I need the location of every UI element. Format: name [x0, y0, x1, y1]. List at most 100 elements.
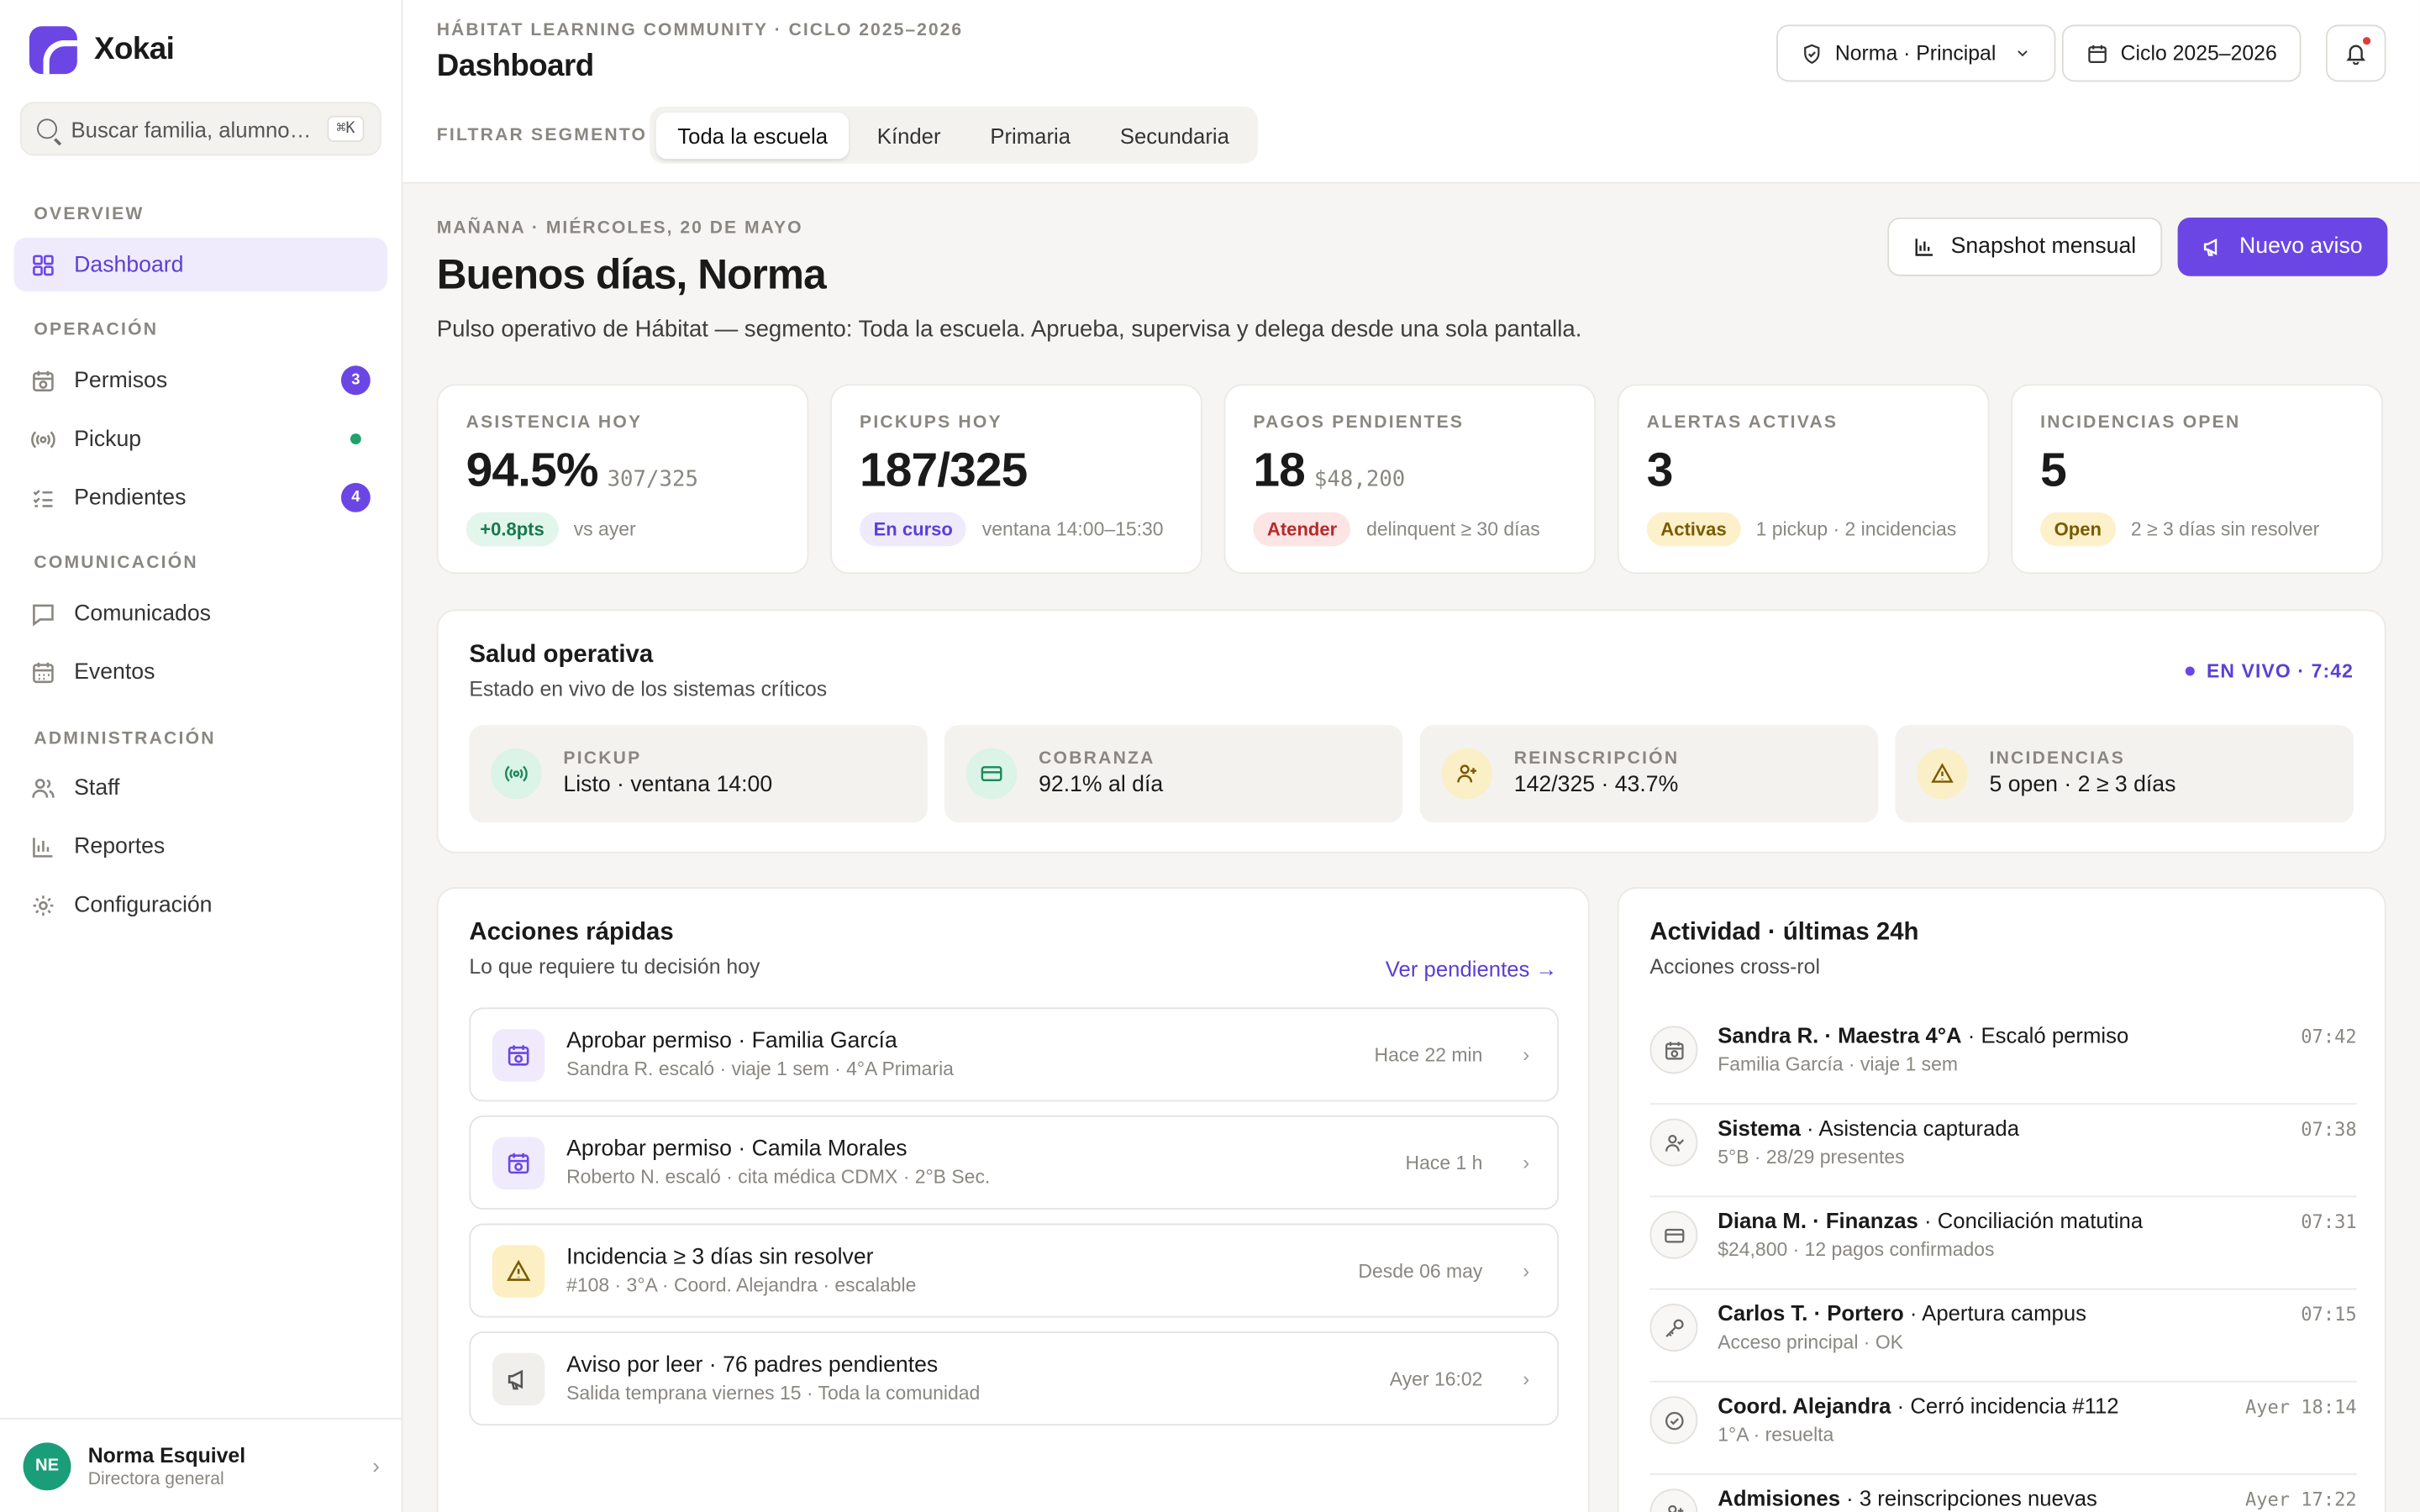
bar-chart-icon: [1915, 239, 1933, 256]
list-item[interactable]: Aviso por leer · 76 padres pendientes Sa…: [469, 1331, 1560, 1426]
user-check-icon: [1649, 1118, 1698, 1167]
status-badge: Activas: [1646, 512, 1741, 547]
health-cell-label: INCIDENCIAS: [1989, 749, 2126, 769]
tab-toda-la-escuela[interactable]: Toda la escuela: [655, 112, 850, 159]
list-item[interactable]: Aprobar permiso · Familia García Sandra …: [469, 1007, 1560, 1102]
sidebar-item-configuracion[interactable]: Configuración: [14, 878, 387, 932]
tab-primaria[interactable]: Primaria: [969, 112, 1092, 158]
brand[interactable]: Xokai: [29, 26, 175, 75]
sidebar-item-label: Pickup: [74, 426, 142, 452]
kpi-pickups[interactable]: PICKUPS HOY 187/325 En curso ventana 14:…: [830, 384, 1202, 575]
kpi-value-row: 18 $48,200: [1253, 443, 1566, 498]
user-profile[interactable]: NE Norma Esquivel Directora general ›: [0, 1417, 403, 1512]
sidebar-item-label: Eventos: [74, 659, 155, 685]
list-item-text: Aviso por leer · 76 padres pendientes Sa…: [566, 1353, 980, 1404]
list-item-title: Aprobar permiso · Familia García: [566, 1029, 897, 1054]
list-item-time: Hace 22 min: [1374, 1043, 1483, 1066]
health-subtitle: Estado en vivo de los sistemas críticos: [469, 677, 828, 701]
activity-title-line: Sandra R. · Maestra 4°A · Escaló permiso: [1718, 1023, 2128, 1047]
sidebar-item-eventos[interactable]: Eventos: [14, 645, 387, 699]
search-input[interactable]: [71, 116, 313, 142]
kpi-incidencias[interactable]: INCIDENCIAS OPEN 5 Open 2 ≥ 3 días sin r…: [2011, 384, 2383, 575]
activity-actor: Sandra R. · Maestra 4°A: [1718, 1022, 1962, 1048]
list-item-subtitle: #108 · 3°A · Coord. Alejandra · escalabl…: [566, 1274, 917, 1296]
activity-time: 07:31: [2301, 1210, 2357, 1233]
calendar-clock-icon: [31, 368, 55, 392]
kpi-footer: Atender delinquent ≥ 30 días: [1253, 512, 1540, 547]
health-cell-label: REINSCRIPCIÓN: [1513, 749, 1680, 769]
sidebar-item-pickup[interactable]: Pickup: [14, 412, 387, 465]
health-cell-label: COBRANZA: [1039, 749, 1155, 769]
activity-actor: Sistema: [1718, 1115, 1801, 1141]
activity-title-line: Coord. Alejandra · Cerró incidencia #112: [1718, 1394, 2118, 1418]
kpi-alertas[interactable]: ALERTAS ACTIVAS 3 Activas 1 pickup · 2 i…: [1617, 384, 1990, 575]
credit-card-icon: [965, 748, 1018, 800]
activity-item[interactable]: Coord. Alejandra · Cerró incidencia #112…: [1649, 1383, 2357, 1475]
new-notice-button[interactable]: Nuevo aviso: [2177, 217, 2388, 276]
sidebar-item-comunicados[interactable]: Comunicados: [14, 586, 387, 640]
sidebar-item-label: Dashboard: [74, 252, 184, 277]
sidebar-item-label: Reportes: [74, 833, 166, 859]
quick-subtitle: Lo que requiere tu decisión hoy: [469, 954, 760, 979]
segment-tabs: Toda la escuela Kínder Primaria Secundar…: [650, 106, 1257, 164]
sidebar-item-permisos[interactable]: Permisos 3: [14, 354, 387, 407]
role-selector-button[interactable]: Norma · Principal: [1776, 24, 2057, 82]
list-item[interactable]: Aprobar permiso · Camila Morales Roberto…: [469, 1115, 1560, 1210]
activity-item[interactable]: Carlos T. · Portero · Apertura campus Ac…: [1649, 1289, 2357, 1383]
activity-item[interactable]: Sandra R. · Maestra 4°A · Escaló permiso…: [1649, 1012, 2357, 1105]
nav-section-comunicacion: COMUNICACIÓN: [34, 554, 198, 573]
sidebar-item-pendientes[interactable]: Pendientes 4: [14, 470, 387, 524]
key-icon: [1649, 1304, 1698, 1352]
notification-dot: [2361, 35, 2373, 47]
health-card: Salud operativa Estado en vivo de los si…: [436, 609, 2386, 853]
list-item-subtitle: Salida temprana viernes 15 · Toda la com…: [566, 1382, 981, 1404]
tab-kinder[interactable]: Kínder: [855, 112, 962, 158]
ver-pendientes-link[interactable]: Ver pendientes →: [1386, 957, 1557, 981]
health-cell-reinscripcion[interactable]: REINSCRIPCIÓN 142/325 · 43.7%: [1419, 725, 1879, 822]
activity-action: · Conciliación matutina: [1918, 1208, 2144, 1233]
activity-actor: Coord. Alejandra: [1718, 1393, 1891, 1418]
calendar-clock-icon: [1649, 1026, 1698, 1074]
health-cell-text: INCIDENCIAS 5 open · 2 ≥ 3 días: [1990, 750, 2176, 798]
list-item[interactable]: Incidencia ≥ 3 días sin resolver #108 · …: [469, 1223, 1560, 1318]
chevron-down-icon: [2018, 50, 2028, 57]
list-item-title: Aviso por leer · 76 padres pendientes: [566, 1352, 939, 1378]
sidebar-item-staff[interactable]: Staff: [14, 760, 387, 814]
kpi-note: 1 pickup · 2 incidencias: [1755, 518, 1957, 540]
activity-action: · 3 reinscripciones nuevas: [1840, 1485, 2097, 1511]
activity-item[interactable]: Sistema · Asistencia capturada 5°B · 28/…: [1649, 1105, 2357, 1198]
activity-header: Actividad · últimas 24h Acciones cross-r…: [1649, 920, 1918, 979]
tab-secundaria[interactable]: Secundaria: [1098, 112, 1251, 158]
nav-section-operacion: OPERACIÓN: [34, 321, 159, 340]
sidebar-item-label: Staff: [74, 774, 120, 801]
search-box[interactable]: ⌘K: [19, 102, 381, 156]
chevron-right-icon: ›: [1523, 1042, 1530, 1067]
kpi-footer: Activas 1 pickup · 2 incidencias: [1646, 512, 1957, 547]
kpi-asistencia[interactable]: ASISTENCIA HOY 94.5% 307/325 +0.8pts vs …: [436, 384, 809, 575]
activity-action: · Escaló permiso: [1961, 1022, 2129, 1048]
kpi-pagos[interactable]: PAGOS PENDIENTES 18 $48,200 Atender deli…: [1223, 384, 1597, 575]
list-item-subtitle: Sandra R. escaló · viaje 1 sem · 4°A Pri…: [566, 1058, 954, 1080]
cycle-selector-label: Ciclo 2025–2026: [2120, 41, 2277, 66]
kpi-label: ALERTAS ACTIVAS: [1646, 413, 1839, 433]
sidebar-item-dashboard[interactable]: Dashboard: [13, 237, 388, 292]
notifications-button[interactable]: [2325, 24, 2386, 82]
kpi-value: 5: [2040, 443, 2067, 497]
kpi-value: 3: [1646, 443, 1674, 497]
snapshot-button[interactable]: Snapshot mensual: [1887, 217, 2163, 276]
kpi-note: vs ayer: [573, 518, 636, 540]
cycle-selector-button[interactable]: Ciclo 2025–2026: [2061, 24, 2302, 82]
health-cell-cobranza[interactable]: COBRANZA 92.1% al día: [944, 725, 1403, 822]
segment-filter-label: FILTRAR SEGMENTO: [436, 126, 648, 145]
health-cell-pickup[interactable]: PICKUP Listo · ventana 14:00: [469, 725, 928, 822]
health-cell-text: COBRANZA 92.1% al día: [1039, 750, 1163, 798]
kpi-note: ventana 14:00–15:30: [981, 518, 1164, 540]
sidebar-item-label: Permisos: [74, 368, 168, 393]
warning-icon: [492, 1244, 545, 1297]
activity-item[interactable]: Admisiones · 3 reinscripciones nuevas Ay…: [1649, 1475, 2357, 1512]
sidebar-item-reportes[interactable]: Reportes: [14, 819, 387, 873]
status-badge: En curso: [860, 512, 967, 547]
chevron-right-icon: ›: [1523, 1367, 1530, 1390]
activity-item[interactable]: Diana M. · Finanzas · Conciliación matut…: [1649, 1197, 2357, 1290]
health-cell-incidencias[interactable]: INCIDENCIAS 5 open · 2 ≥ 3 días: [1895, 725, 2354, 822]
